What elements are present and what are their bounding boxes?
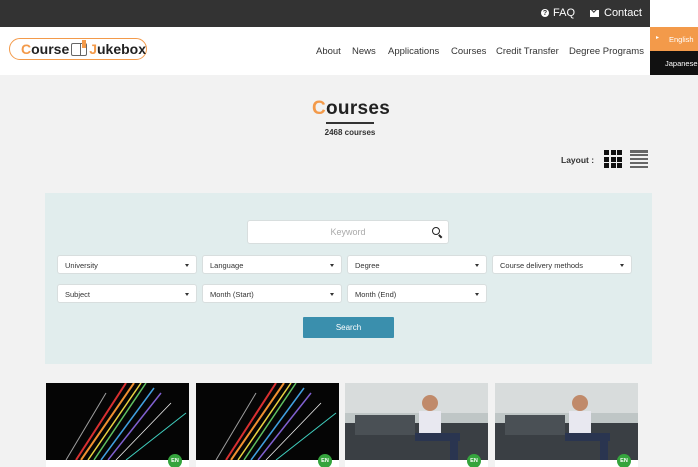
chevron-down-icon [185,293,189,296]
nav-courses[interactable]: Courses [451,46,486,57]
select-degree-label: Degree [355,261,380,270]
envelope-icon [590,9,599,17]
chevron-down-icon [620,264,624,267]
title-underline [326,122,374,124]
course-card[interactable]: EN [46,383,189,467]
chevron-down-icon [475,293,479,296]
faq-link[interactable]: ? FAQ [541,7,575,19]
faq-label: FAQ [553,7,576,19]
language-english[interactable]: English [650,27,698,51]
page-title: Courses [312,98,390,120]
select-language[interactable]: Language [202,255,342,274]
book-icon [71,39,88,56]
course-thumbnail [495,383,638,460]
select-subject-label: Subject [65,290,91,299]
question-icon: ? [541,9,549,17]
course-card[interactable]: EN [495,383,638,467]
nav-about[interactable]: About [316,46,341,57]
top-bar: ? FAQ Contact [0,0,650,27]
select-delivery-method[interactable]: Course delivery methods [492,255,632,274]
select-university-label: University [65,261,98,270]
course-thumbnail [196,383,339,460]
select-month-start[interactable]: Month (Start) [202,284,342,303]
language-japanese[interactable]: Japanese [650,51,698,75]
keyword-placeholder: Keyword [330,227,366,237]
course-count: 2468 courses [324,128,376,137]
nav-credit-transfer[interactable]: Credit Transfer [496,46,559,57]
chevron-down-icon [185,264,189,267]
search-button[interactable]: Search [303,317,394,338]
chevron-down-icon [475,264,479,267]
nav-degree-programs[interactable]: Degree Programs [569,46,644,57]
title-first-letter: C [312,98,327,119]
layout-label: Layout : [561,155,595,165]
language-badge: EN [168,454,182,467]
list-view-icon[interactable] [630,150,648,168]
grid-view-icon[interactable] [604,150,622,168]
select-university[interactable]: University [57,255,197,274]
select-month-end-label: Month (End) [355,290,397,299]
select-degree[interactable]: Degree [347,255,487,274]
keyword-input[interactable]: Keyword [247,220,449,244]
logo-ourse: ourse [31,41,70,57]
search-icon[interactable] [432,227,440,235]
course-thumbnail [46,383,189,460]
course-card[interactable]: EN [196,383,339,467]
contact-link[interactable]: Contact [590,7,642,19]
course-thumbnail [345,383,488,460]
logo-c: C [21,41,32,57]
language-badge: EN [467,454,481,467]
chevron-down-icon [330,293,334,296]
nav-applications[interactable]: Applications [388,46,439,57]
contact-label: Contact [604,7,642,19]
select-subject[interactable]: Subject [57,284,197,303]
header: C ourse J ukebox About News Applications… [0,27,650,75]
logo[interactable]: C ourse J ukebox [9,38,147,60]
logo-ukebox: ukebox [96,41,146,57]
language-badge: EN [617,454,631,467]
language-badge: EN [318,454,332,467]
search-panel: Keyword University Language Degree Cours… [45,193,652,364]
logo-j: J [89,41,97,57]
course-card[interactable]: EN [345,383,488,467]
nav-news[interactable]: News [352,46,376,57]
select-delivery-method-label: Course delivery methods [500,261,583,270]
select-month-start-label: Month (Start) [210,290,254,299]
chevron-down-icon [330,264,334,267]
select-month-end[interactable]: Month (End) [347,284,487,303]
top-right-strip [650,0,698,27]
select-language-label: Language [210,261,244,270]
title-rest: ourses [326,98,391,119]
